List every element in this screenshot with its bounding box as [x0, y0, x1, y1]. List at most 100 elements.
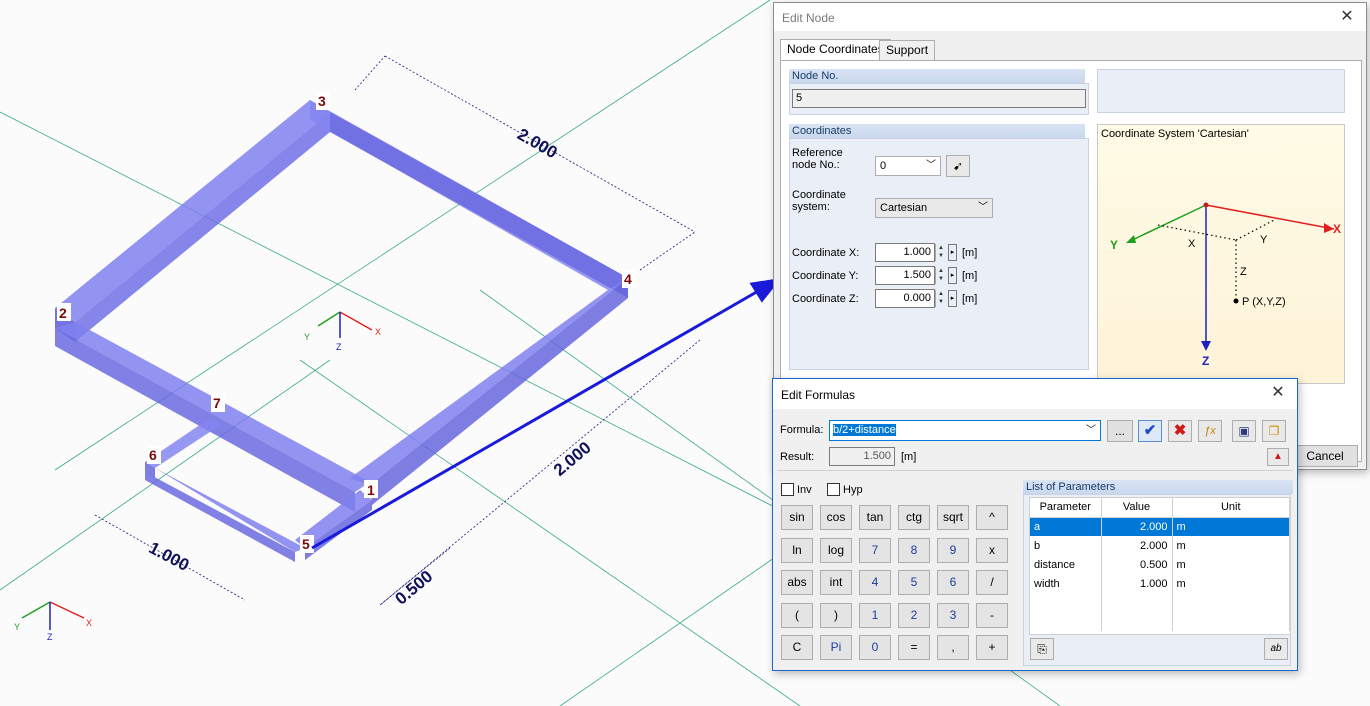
table-row[interactable]: distance 0.500 m: [1030, 555, 1290, 574]
beam-structure: [55, 100, 628, 562]
result-field: 1.500: [829, 447, 895, 466]
param-name-cell: b: [1030, 536, 1102, 555]
coord-sys-label: Coordinate system:: [792, 189, 846, 213]
parameters-table: Parameter Value Unit a 2.000 m b 2.000 m dista…: [1030, 498, 1290, 631]
coord-y-formula-button[interactable]: ▸: [948, 267, 957, 284]
cancel-button[interactable]: Cancel: [1292, 445, 1358, 467]
node-no-field[interactable]: 5: [792, 89, 1086, 108]
coord-z-unit: [m]: [962, 293, 978, 305]
svg-text:X: X: [375, 327, 381, 337]
ref-node-label: Reference node No.:: [792, 147, 843, 171]
dim-label-right: 2.000: [550, 438, 595, 480]
svg-text:Z: Z: [1202, 354, 1209, 368]
param-name-cell: a: [1030, 517, 1102, 536]
node-label-4[interactable]: 4: [624, 271, 632, 287]
svg-text:P (X,Y,Z): P (X,Y,Z): [1242, 296, 1286, 308]
calc-key[interactable]: 3: [937, 602, 969, 628]
calc-key[interactable]: ): [820, 602, 852, 628]
node-label-1[interactable]: 1: [367, 482, 375, 498]
calc-key[interactable]: int: [820, 570, 852, 595]
calc-key[interactable]: ln: [781, 537, 813, 563]
edit-parameters-icon[interactable]: ab: [1264, 638, 1288, 660]
calc-key[interactable]: -: [976, 602, 1008, 628]
coord-z-input[interactable]: 0.000: [875, 289, 935, 308]
node-label-5[interactable]: 5: [302, 536, 310, 552]
coord-y-spinner[interactable]: ▲ ▼: [935, 267, 946, 284]
calc-key[interactable]: 0: [859, 635, 891, 660]
calc-key[interactable]: /: [976, 570, 1008, 595]
node-label-2[interactable]: 2: [59, 305, 67, 321]
calc-key[interactable]: C: [781, 635, 813, 660]
node-label-6[interactable]: 6: [149, 447, 157, 463]
param-unit-cell: m: [1172, 555, 1290, 574]
calc-key[interactable]: 5: [898, 570, 930, 595]
function-icon[interactable]: ƒx: [1198, 420, 1222, 442]
calc-key[interactable]: sin: [781, 505, 813, 530]
calc-key[interactable]: 9: [937, 537, 969, 563]
calc-key[interactable]: 8: [898, 537, 930, 563]
table-row[interactable]: width 1.000 m: [1030, 574, 1290, 593]
svg-text:X: X: [86, 618, 92, 628]
svg-text:X: X: [1188, 238, 1196, 250]
calc-key[interactable]: Pi: [820, 635, 852, 660]
pick-node-button[interactable]: ➹: [946, 155, 970, 177]
ref-node-select[interactable]: 0 ﹀: [875, 156, 941, 176]
coord-z-formula-button[interactable]: ▸: [948, 290, 957, 307]
param-unit-cell: m: [1172, 517, 1290, 536]
calc-key[interactable]: tan: [859, 505, 891, 530]
calc-key[interactable]: =: [898, 635, 930, 660]
more-button[interactable]: ...: [1107, 420, 1133, 442]
column-header[interactable]: Unit: [1172, 498, 1290, 518]
column-header[interactable]: Parameter: [1030, 498, 1102, 518]
node-label-7[interactable]: 7: [213, 395, 221, 411]
edit-node-titlebar[interactable]: Edit Node ✕: [774, 3, 1366, 31]
close-icon[interactable]: ✕: [1267, 383, 1289, 403]
coord-y-unit: [m]: [962, 270, 978, 282]
result-label: Result:: [780, 451, 815, 463]
calc-key[interactable]: log: [820, 537, 852, 563]
tab-node-coordinates[interactable]: Node Coordinates: [780, 39, 891, 61]
tab-support[interactable]: Support: [879, 40, 936, 60]
edit-formulas-dialog[interactable]: Edit Formulas ✕ Formula: b/2+distance ﹀ …: [772, 378, 1298, 671]
close-icon[interactable]: ✕: [1336, 7, 1358, 27]
coord-y-input[interactable]: 1.500: [875, 266, 935, 285]
node-label-3[interactable]: 3: [318, 93, 326, 109]
accept-icon[interactable]: ✔: [1138, 420, 1162, 442]
calc-key[interactable]: cos: [820, 505, 852, 530]
calc-key[interactable]: 7: [859, 537, 891, 563]
table-row[interactable]: a 2.000 m: [1030, 517, 1290, 536]
svg-text:Z: Z: [1240, 266, 1247, 278]
corner-axes-icon: X Y Z: [14, 601, 92, 642]
calc-key[interactable]: ^: [976, 505, 1008, 530]
calc-key[interactable]: ctg: [898, 505, 930, 530]
calc-key[interactable]: (: [781, 602, 813, 628]
coord-x-spinner[interactable]: ▲ ▼: [935, 244, 946, 261]
column-header[interactable]: Value: [1101, 498, 1173, 518]
coord-system-select[interactable]: Cartesian ﹀: [875, 198, 993, 218]
coord-z-spinner[interactable]: ▲ ▼: [935, 290, 946, 307]
param-value-cell: 1.000: [1101, 574, 1173, 593]
calc-key[interactable]: x: [976, 537, 1008, 563]
coord-x-formula-button[interactable]: ▸: [948, 244, 957, 261]
edit-formulas-title: Edit Formulas: [781, 388, 856, 402]
save-icon[interactable]: ▣: [1232, 420, 1256, 442]
calc-key[interactable]: 2: [898, 602, 930, 628]
calc-key[interactable]: +: [976, 635, 1008, 660]
formula-input[interactable]: b/2+distance ﹀: [829, 420, 1101, 441]
hyp-checkbox[interactable]: [827, 483, 840, 496]
calc-key[interactable]: sqrt: [937, 505, 969, 530]
inv-checkbox[interactable]: [781, 483, 794, 496]
param-name-cell: distance: [1030, 555, 1102, 574]
open-icon[interactable]: ❐: [1262, 420, 1286, 442]
calc-key[interactable]: 6: [937, 570, 969, 595]
coord-x-input[interactable]: 1.000: [875, 243, 935, 262]
table-row[interactable]: b 2.000 m: [1030, 536, 1290, 555]
calc-key[interactable]: abs: [781, 570, 813, 595]
insert-parameter-icon[interactable]: ⎘: [1030, 638, 1054, 660]
calc-key[interactable]: 1: [859, 602, 891, 628]
calc-key[interactable]: 4: [859, 570, 891, 595]
delete-icon[interactable]: ✖: [1168, 420, 1192, 442]
warning-icon[interactable]: ▲: [1267, 448, 1289, 466]
edit-formulas-titlebar[interactable]: Edit Formulas ✕: [773, 379, 1297, 409]
calc-key[interactable]: ,: [937, 635, 969, 660]
